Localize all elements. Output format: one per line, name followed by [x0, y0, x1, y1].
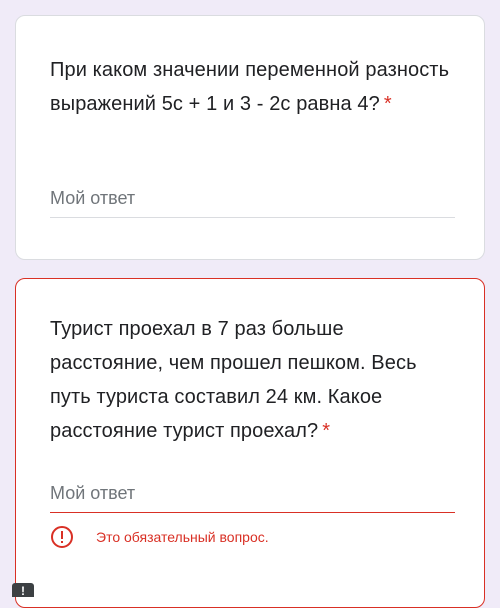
question-card-1: При каком значении переменной разность в…	[15, 15, 485, 260]
required-asterisk: *	[383, 93, 392, 115]
question-text: Турист проехал в 7 раз больше расстояние…	[50, 318, 417, 442]
question-title: При каком значении переменной разность в…	[50, 53, 458, 121]
required-asterisk: *	[322, 420, 331, 442]
error-message: Это обязательный вопрос.	[50, 525, 269, 549]
answer-input[interactable]: Мой ответ	[50, 483, 455, 513]
alert-icon[interactable]: !	[12, 583, 34, 598]
answer-input[interactable]: Мой ответ	[50, 188, 455, 218]
error-exclamation-icon	[50, 525, 74, 549]
question-title: Турист проехал в 7 раз больше расстояние…	[50, 312, 458, 448]
error-text: Это обязательный вопрос.	[96, 529, 269, 545]
question-card-2: Турист проехал в 7 раз больше расстояние…	[15, 278, 485, 608]
